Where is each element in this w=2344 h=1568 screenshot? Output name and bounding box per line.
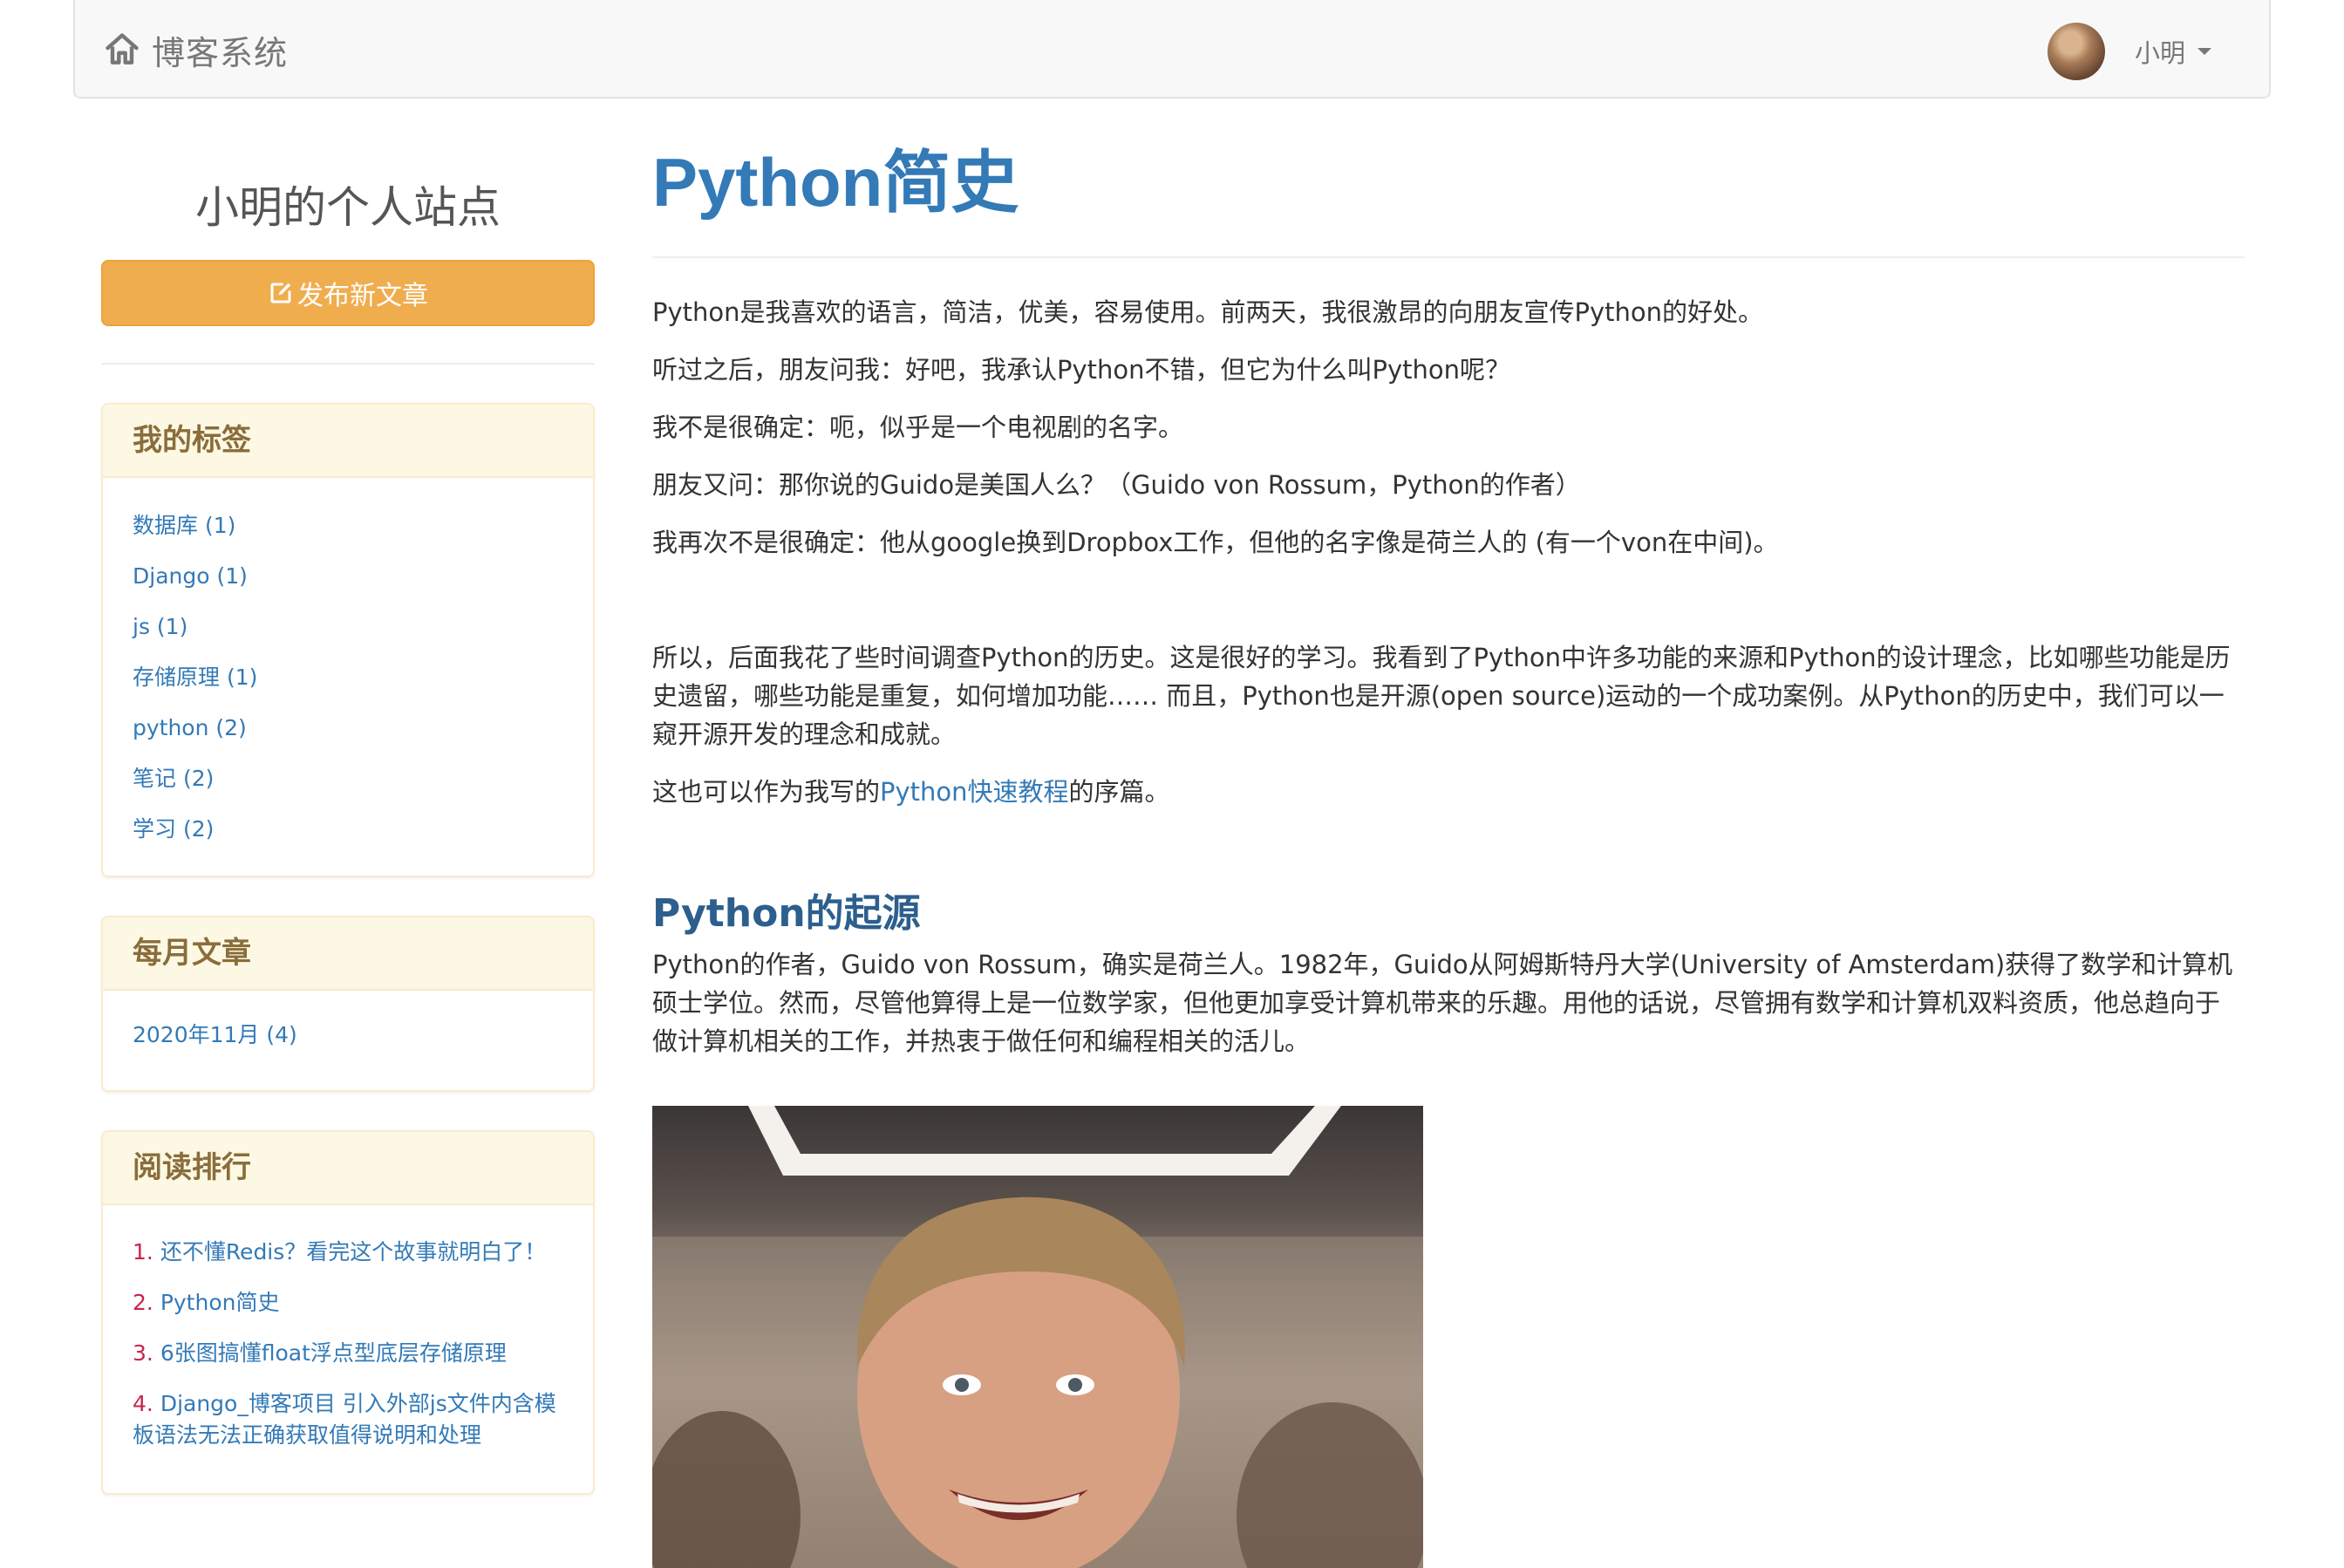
ranking-panel-heading: 阅读排行 xyxy=(103,1132,593,1205)
navbar: 博客系统 小明 xyxy=(73,0,2271,99)
ranking-item[interactable]: 3. 6张图搞懂float浮点型底层存储原理 xyxy=(133,1338,563,1369)
ranking-title[interactable]: Python简史 xyxy=(160,1290,280,1315)
article-paragraph: 我不是很确定：呃，似乎是一个电视剧的名字。 xyxy=(652,412,1184,442)
ranking-number: 2. xyxy=(133,1290,153,1315)
archive-panel: 每月文章 2020年11月 (4) xyxy=(101,916,595,1092)
ranking-number: 3. xyxy=(133,1340,153,1366)
guido-photo-illustration xyxy=(652,1106,1423,1568)
sidebar: 小明的个人站点 发布新文章 我的标签 数据库 (1) Django (1) js… xyxy=(101,129,595,1495)
archive-panel-heading: 每月文章 xyxy=(103,917,593,991)
divider xyxy=(101,363,595,365)
tags-panel-heading: 我的标签 xyxy=(103,405,593,478)
article-paragraph: Python的作者，Guido von Rossum，确实是荷兰人。1982年，… xyxy=(652,950,2233,1056)
ranking-title[interactable]: Django_博客项目 引入外部js文件内含模板语法无法正确获取值得说明和处理 xyxy=(133,1391,556,1448)
tag-link[interactable]: Django (1) xyxy=(133,551,563,602)
site-title: 小明的个人站点 xyxy=(195,182,501,233)
article-paragraph: Python是我喜欢的语言，简洁，优美，容易使用。前两天，我很激昂的向朋友宣传P… xyxy=(652,297,1764,327)
ranking-item[interactable]: 2. Python简史 xyxy=(133,1287,563,1319)
ranking-number: 1. xyxy=(133,1239,153,1265)
tutorial-link[interactable]: Python快速教程 xyxy=(880,777,1069,807)
tag-link[interactable]: 学习 (2) xyxy=(133,804,563,855)
caret-down-icon[interactable] xyxy=(2198,48,2211,55)
publish-article-button[interactable]: 发布新文章 xyxy=(101,260,595,326)
tag-link[interactable]: 数据库 (1) xyxy=(133,501,563,551)
brand-link[interactable]: 博客系统 xyxy=(103,24,288,75)
home-icon xyxy=(106,33,139,65)
tag-link[interactable]: 笔记 (2) xyxy=(133,753,563,804)
article-paragraph: 所以，后面我花了些时间调查Python的历史。这是很好的学习。我看到了Pytho… xyxy=(652,643,2231,749)
article-paragraph: 朋友又问：那你说的Guido是美国人么？（Guido von Rossum，Py… xyxy=(652,470,1581,500)
preface-text: 这也可以作为我写的 xyxy=(652,777,881,807)
brand-label: 博客系统 xyxy=(152,33,289,72)
avatar[interactable] xyxy=(2047,23,2105,80)
tags-panel: 我的标签 数据库 (1) Django (1) js (1) 存储原理 (1) … xyxy=(101,403,595,877)
ranking-number: 4. xyxy=(133,1391,153,1416)
ranking-title[interactable]: 6张图搞懂float浮点型底层存储原理 xyxy=(160,1340,507,1366)
publish-article-label[interactable]: 发布新文章 xyxy=(297,274,428,312)
archive-link[interactable]: 2020年11月 (4) xyxy=(133,1010,563,1060)
article-paragraph: 我再次不是很确定：他从google换到Dropbox工作，但他的名字像是荷兰人的… xyxy=(652,528,1779,557)
tag-link[interactable]: python (2) xyxy=(133,703,563,753)
tag-link[interactable]: js (1) xyxy=(133,602,563,652)
user-name[interactable]: 小明 xyxy=(2135,33,2185,70)
edit-icon xyxy=(270,283,291,303)
article-photo xyxy=(652,1106,1423,1568)
preface-text: 的序篇。 xyxy=(1068,777,1170,807)
article-paragraph: 听过之后，朋友问我：好吧，我承认Python不错，但它为什么叫Python呢？ xyxy=(652,355,1511,385)
ranking-panel: 阅读排行 1. 还不懂Redis？看完这个故事就明白了！ 2. Python简史… xyxy=(101,1130,595,1495)
ranking-item[interactable]: 4. Django_博客项目 引入外部js文件内含模板语法无法正确获取值得说明和… xyxy=(133,1388,563,1451)
ranking-title[interactable]: 还不懂Redis？看完这个故事就明白了！ xyxy=(160,1239,546,1265)
ranking-item[interactable]: 1. 还不懂Redis？看完这个故事就明白了！ xyxy=(133,1237,563,1268)
article-title: Python简史 xyxy=(652,144,1019,221)
user-menu[interactable]: 小明 xyxy=(2047,23,2211,80)
article: Python简史 Python是我喜欢的语言，简洁，优美，容易使用。前两天，我很… xyxy=(652,129,2245,1060)
article-paragraph: 这也可以作为我写的Python快速教程的序篇。 xyxy=(652,773,2245,811)
tag-link[interactable]: 存储原理 (1) xyxy=(133,652,563,703)
divider xyxy=(652,256,2245,258)
section-title: Python的起源 xyxy=(652,891,921,936)
